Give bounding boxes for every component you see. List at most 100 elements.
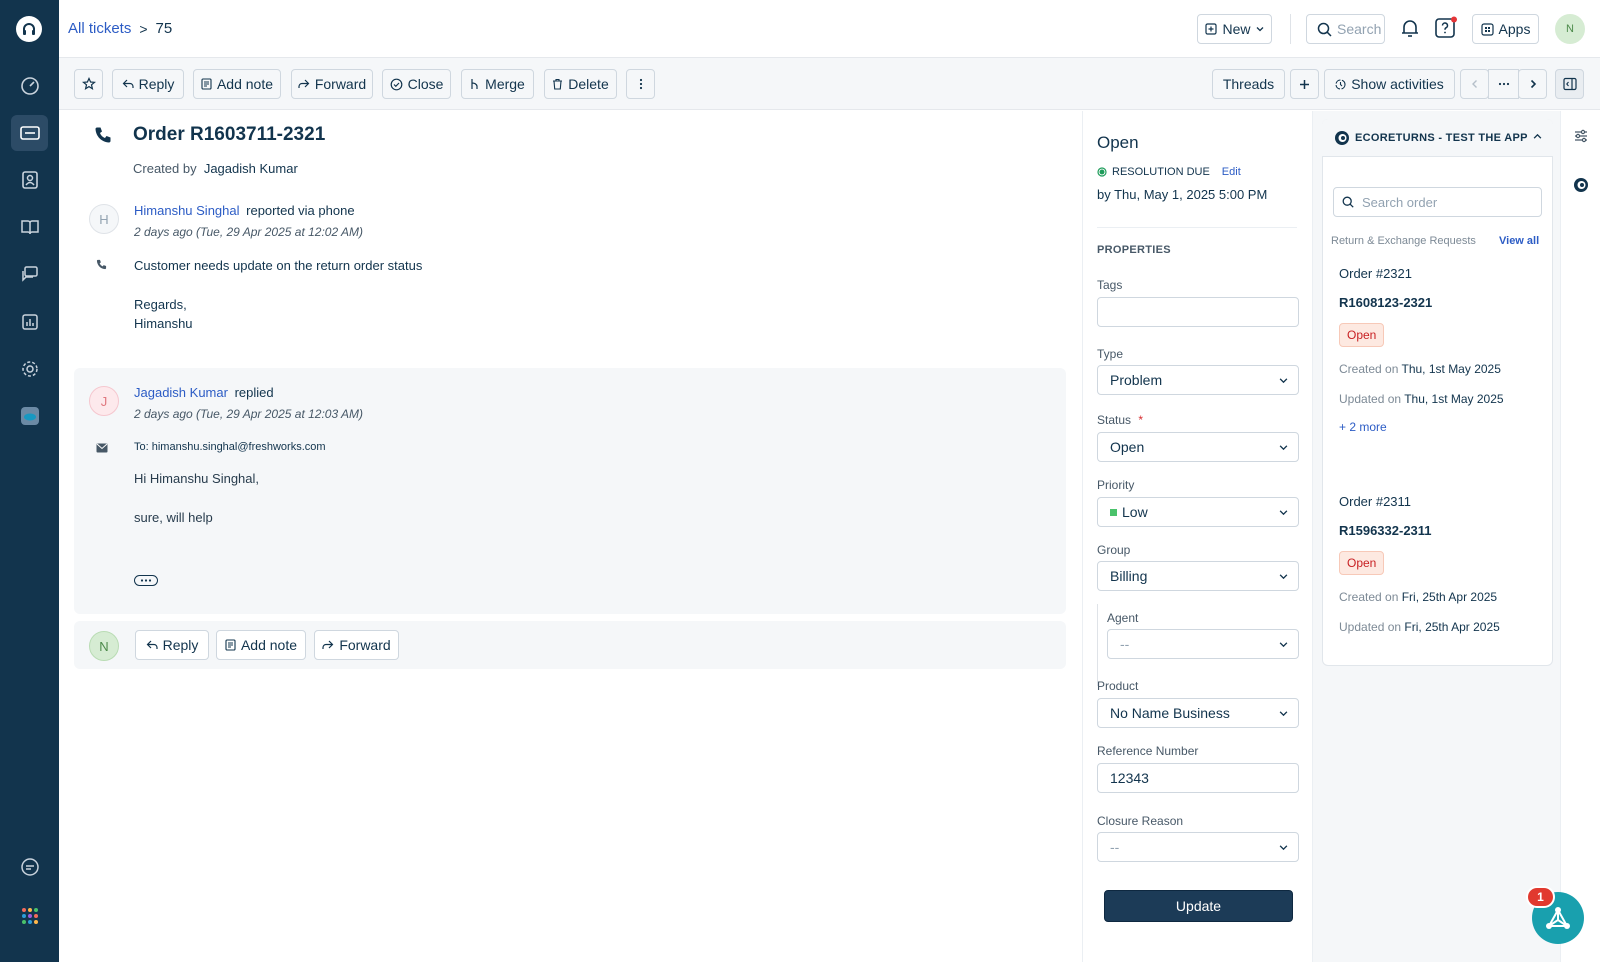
toggle-sidebar-button[interactable] — [1555, 69, 1584, 99]
group-select[interactable]: Billing — [1097, 561, 1299, 591]
new-button[interactable]: New — [1197, 14, 1272, 44]
message-author-link[interactable]: Jagadish Kumar — [134, 385, 228, 400]
message-body-line: Hi Himanshu Singhal, — [134, 471, 260, 486]
reference-number-input[interactable]: 12343 — [1097, 763, 1299, 793]
search-icon — [1342, 196, 1354, 208]
type-label: Type — [1097, 347, 1124, 361]
status-select[interactable]: Open — [1097, 432, 1299, 462]
view-all-link[interactable]: View all — [1499, 235, 1539, 247]
previous-ticket-button[interactable] — [1460, 69, 1489, 99]
reply-bar-reply-button[interactable]: Reply — [135, 630, 209, 660]
chevron-down-icon — [1279, 445, 1288, 451]
order-updated: Updated on Thu, 1st May 2025 — [1339, 392, 1504, 406]
settings-icon[interactable] — [11, 351, 48, 387]
reply-button[interactable]: Reply — [112, 69, 184, 99]
ecoreturns-app-pane: ECORETURNS - TEST THE APP Search order R… — [1312, 111, 1560, 962]
bell-icon[interactable] — [1399, 17, 1421, 39]
forward-icon — [298, 79, 310, 88]
order-number: Order #2321 — [1339, 266, 1412, 281]
chevron-down-icon — [1279, 574, 1288, 580]
star-button[interactable] — [74, 69, 103, 99]
product-label: Product — [1097, 679, 1139, 693]
delete-button[interactable]: Delete — [544, 69, 617, 99]
ecoreturns-app-icon[interactable] — [1573, 177, 1589, 193]
breadcrumb-all-tickets[interactable]: All tickets — [68, 20, 131, 37]
agent-select[interactable]: -- — [1107, 629, 1299, 659]
ecoreturns-logo-icon — [1334, 130, 1350, 146]
tags-input[interactable] — [1097, 297, 1299, 327]
next-ticket-button[interactable] — [1518, 69, 1547, 99]
chevron-right-icon — [1530, 79, 1536, 89]
reports-icon[interactable] — [11, 304, 48, 340]
show-quoted-text-button[interactable] — [134, 575, 158, 586]
chevron-left-icon — [1471, 80, 1477, 88]
user-avatar[interactable]: N — [1555, 14, 1585, 44]
ticket-status-title: Open — [1097, 133, 1139, 152]
ticket-nav-more-button[interactable] — [1488, 69, 1519, 99]
chat-support-icon[interactable] — [11, 849, 48, 885]
tickets-icon[interactable] — [11, 115, 48, 151]
merge-icon — [471, 79, 478, 89]
forward-button[interactable]: Forward — [291, 69, 373, 99]
agent-group-connector — [1097, 604, 1098, 686]
freshdesk-logo-icon[interactable] — [16, 16, 42, 42]
agent-avatar: N — [89, 631, 119, 661]
reply-icon — [122, 79, 134, 88]
tags-label: Tags — [1097, 278, 1123, 292]
breadcrumb-separator: > — [139, 20, 148, 37]
merge-button[interactable]: Merge — [461, 69, 534, 99]
chevron-down-icon — [1256, 27, 1263, 32]
dashboard-icon[interactable] — [11, 68, 48, 104]
conversations-icon[interactable] — [11, 256, 48, 292]
reply-bar-forward-button[interactable]: Forward — [314, 630, 399, 660]
ticket-title: Order R1603711-2321 — [133, 124, 326, 145]
app-switcher-icon[interactable] — [11, 898, 48, 934]
more-orders-link[interactable]: + 2 more — [1339, 420, 1504, 434]
trash-icon — [553, 78, 563, 90]
order-card[interactable]: Order #2311 R1596332-2311 Open Created o… — [1339, 494, 1500, 634]
add-note-button[interactable]: Add note — [193, 69, 281, 99]
message-timestamp: 2 days ago (Tue, 29 Apr 2025 at 12:02 AM… — [134, 225, 364, 239]
priority-select[interactable]: Low — [1097, 497, 1299, 527]
chevron-up-icon[interactable] — [1533, 132, 1542, 141]
order-id: R1608123-2321 — [1339, 295, 1433, 310]
update-button[interactable]: Update — [1104, 890, 1293, 922]
forward-icon — [322, 640, 334, 649]
message-body-line: Customer needs update on the return orde… — [134, 258, 423, 273]
order-id: R1596332-2311 — [1339, 523, 1432, 538]
closure-reason-select[interactable]: -- — [1097, 832, 1299, 862]
sliders-icon[interactable] — [1573, 128, 1589, 144]
widget-network-icon — [1546, 907, 1570, 929]
horizontal-dots-icon — [1498, 82, 1509, 86]
chevron-down-icon — [1279, 510, 1288, 516]
order-updated: Updated on Fri, 25th Apr 2025 — [1339, 620, 1500, 634]
close-ticket-button[interactable]: Close — [382, 69, 451, 99]
type-select[interactable]: Problem — [1097, 365, 1299, 395]
product-select[interactable]: No Name Business — [1097, 698, 1299, 728]
knowledge-base-icon[interactable] — [11, 209, 48, 245]
search-icon — [1317, 22, 1332, 37]
edit-due-link[interactable]: Edit — [1222, 166, 1241, 178]
threads-button[interactable]: Threads — [1212, 69, 1285, 99]
plus-box-icon — [1205, 23, 1218, 35]
help-icon[interactable] — [1434, 16, 1458, 40]
created-by: Created by Jagadish Kumar — [133, 161, 298, 176]
more-actions-button[interactable] — [626, 69, 655, 99]
show-activities-button[interactable]: Show activities — [1324, 69, 1455, 99]
message-author-link[interactable]: Himanshu Singhal — [134, 203, 240, 218]
vertical-dots-icon — [639, 78, 642, 90]
salesforce-app-icon[interactable] — [11, 398, 48, 434]
group-label: Group — [1097, 543, 1131, 557]
properties-panel: Open RESOLUTION DUE Edit by Thu, May 1, … — [1082, 111, 1312, 962]
message-header: Himanshu Singhal reported via phone — [134, 203, 355, 218]
right-rail — [1560, 111, 1600, 962]
order-card[interactable]: Order #2321 R1608123-2321 Open Created o… — [1339, 266, 1504, 434]
reply-bar-add-note-button[interactable]: Add note — [216, 630, 306, 660]
search-order-input[interactable]: Search order — [1333, 187, 1542, 217]
apps-button[interactable]: Apps — [1472, 14, 1539, 44]
ticket-conversation: Order R1603711-2321 Created by Jagadish … — [59, 111, 1082, 962]
add-thread-button[interactable] — [1290, 69, 1319, 99]
contacts-icon[interactable] — [11, 162, 48, 198]
search-button[interactable]: Search — [1306, 14, 1385, 44]
message-avatar: H — [89, 204, 119, 234]
